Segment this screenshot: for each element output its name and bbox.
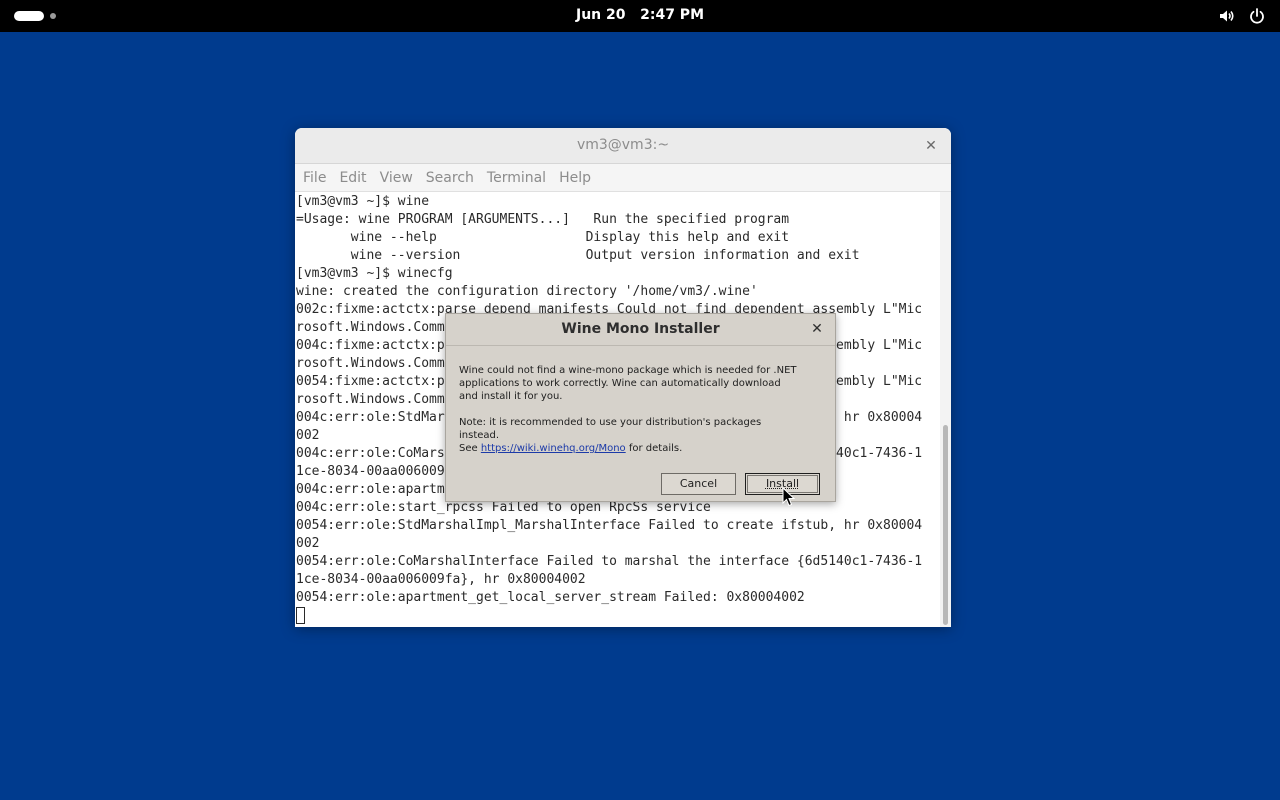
menu-view[interactable]: View: [380, 164, 421, 191]
dialog-body: Wine could not find a wine-mono package …: [446, 347, 835, 501]
terminal-line: [vm3@vm3 ~]$ winecfg: [296, 266, 453, 281]
terminal-line: 0054:err:ole:StdMarshalImpl_MarshalInter…: [296, 518, 923, 533]
terminal-line: wine --version Output version informatio…: [296, 248, 860, 263]
terminal-line: 0054:err:ole:apartment_get_local_server_…: [296, 590, 805, 605]
terminal-prompt-line[interactable]: [296, 607, 940, 625]
volume-icon[interactable]: [1218, 7, 1236, 25]
wine-mono-dialog[interactable]: Wine Mono Installer ✕ Wine could not fin…: [445, 313, 836, 502]
terminal-line: 1ce-8034-00aa006009fa}, hr 0x80004002: [296, 572, 586, 587]
cancel-button[interactable]: Cancel: [661, 473, 736, 495]
clock-time: 2:47 PM: [640, 7, 704, 23]
wine-mono-link[interactable]: https://wiki.winehq.org/Mono: [481, 443, 626, 454]
top-bar: Jun 20 2:47 PM: [0, 0, 1280, 32]
details-label: for details.: [628, 443, 683, 454]
menu-search[interactable]: Search: [426, 164, 482, 191]
activities-indicator[interactable]: [14, 10, 58, 22]
terminal-close-icon[interactable]: ✕: [923, 138, 939, 154]
dialog-note: Note: it is recommended to use your dist…: [459, 417, 762, 441]
dialog-titlebar[interactable]: Wine Mono Installer ✕: [446, 314, 835, 346]
scrollbar-thumb[interactable]: [943, 425, 948, 625]
mouse-pointer-icon: [782, 487, 796, 507]
terminal-line: wine: created the configuration director…: [296, 284, 758, 299]
system-tray[interactable]: [1218, 7, 1266, 25]
dialog-message: Wine could not find a wine-mono package …: [459, 364, 799, 455]
clock[interactable]: Jun 20 2:47 PM: [560, 7, 720, 25]
dialog-title: Wine Mono Installer: [561, 321, 720, 337]
terminal-line: wine --help Display this help and exit: [296, 230, 790, 245]
terminal-title: vm3@vm3:~: [576, 137, 670, 153]
workspace-dot-icon: [50, 13, 56, 19]
terminal-line: 0054:err:ole:CoMarshalInterface Failed t…: [296, 554, 923, 569]
menu-help[interactable]: Help: [559, 164, 599, 191]
menu-terminal[interactable]: Terminal: [487, 164, 554, 191]
power-icon[interactable]: [1248, 7, 1266, 25]
terminal-titlebar[interactable]: vm3@vm3:~ ✕: [295, 128, 951, 164]
dialog-close-icon[interactable]: ✕: [809, 321, 825, 337]
terminal-line: 002: [296, 536, 320, 551]
terminal-scrollbar[interactable]: [940, 192, 951, 627]
terminal-line: =Usage: wine PROGRAM [ARGUMENTS...] Run …: [296, 212, 790, 227]
dialog-see-line: See https://wiki.winehq.org/Mono for det…: [459, 442, 799, 455]
workspace-pill-icon: [14, 11, 44, 21]
menu-file[interactable]: File: [303, 164, 334, 191]
text-cursor: [296, 607, 305, 624]
terminal-line: [vm3@vm3 ~]$ wine: [296, 194, 430, 209]
dialog-message-main: Wine could not find a wine-mono package …: [459, 365, 797, 402]
menu-edit[interactable]: Edit: [339, 164, 374, 191]
see-label: See: [459, 443, 478, 454]
terminal-menubar: File Edit View Search Terminal Help: [295, 164, 951, 192]
clock-date: Jun 20: [575, 7, 626, 23]
